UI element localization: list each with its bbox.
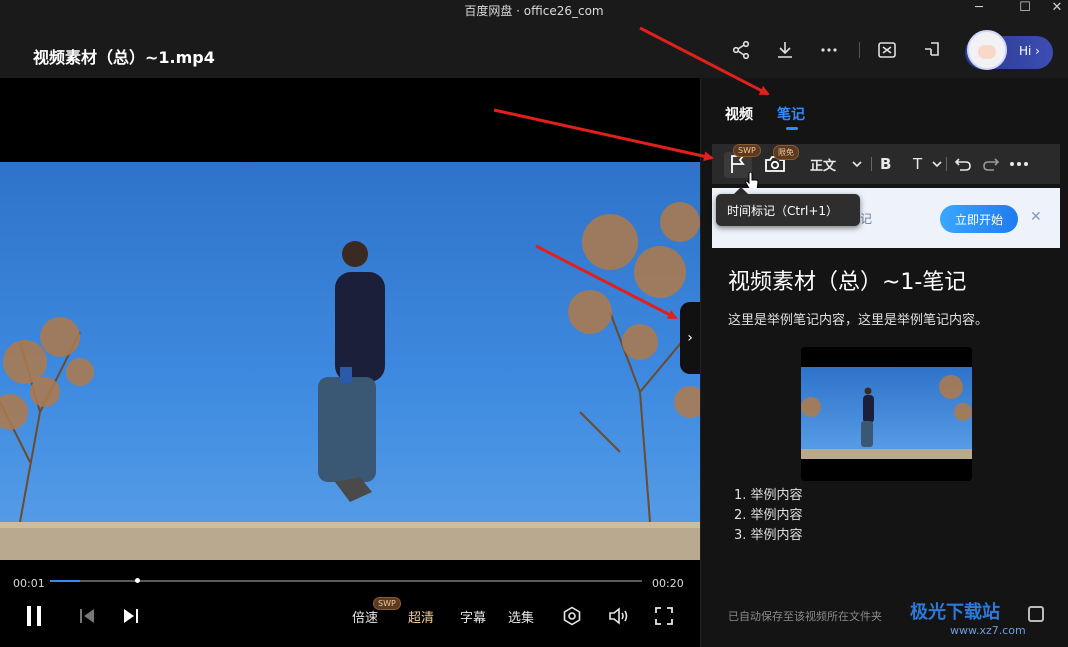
volume-icon[interactable]	[607, 604, 631, 628]
subtitle-button[interactable]: 字幕	[460, 607, 486, 626]
quality-button[interactable]: 超清	[408, 607, 434, 626]
speed-button[interactable]: 倍速	[352, 607, 378, 626]
settings-icon[interactable]	[560, 604, 584, 628]
current-time: 00:01	[13, 577, 45, 590]
close-button[interactable]: ✕	[1040, 0, 1068, 18]
speed-badge: SWP	[373, 597, 401, 610]
note-title[interactable]: 视频素材（总）~1-笔记	[728, 264, 966, 296]
video-frame[interactable]	[0, 162, 700, 560]
more-icon[interactable]	[816, 37, 842, 63]
watermark-logo: 极光下载站	[910, 602, 1000, 623]
toolbar-more-icon[interactable]	[1008, 152, 1030, 176]
list-item[interactable]: 1. 举例内容	[734, 484, 803, 503]
autosave-status: 已自动保存至该视频所在文件夹	[728, 610, 882, 623]
list-item[interactable]: 3. 举例内容	[734, 524, 803, 543]
note-screenshot[interactable]	[801, 347, 972, 481]
flag-badge: SWP	[733, 144, 761, 157]
pause-icon[interactable]	[22, 604, 46, 628]
list-item[interactable]: 2. 举例内容	[734, 504, 803, 523]
pin-icon[interactable]	[920, 37, 946, 63]
toolbar-divider	[946, 157, 947, 171]
toolbar-divider	[871, 157, 872, 171]
font-size-button[interactable]: T	[913, 152, 922, 176]
video-title: 视频素材（总）~1.mp4	[33, 48, 215, 67]
tooltip-arrow	[734, 187, 748, 194]
assistant-label[interactable]: Hi ›	[1019, 44, 1040, 58]
progress-handle[interactable]	[135, 578, 140, 583]
promo-close-icon[interactable]: ✕	[1030, 209, 1042, 225]
note-body[interactable]: 这里是举例笔记内容，这里是举例笔记内容。	[728, 309, 988, 328]
tab-video[interactable]: 视频	[725, 104, 753, 124]
window-title: 百度网盘 · office26_com	[464, 4, 604, 18]
start-button[interactable]: 立即开始	[940, 205, 1018, 233]
episodes-button[interactable]: 选集	[508, 607, 534, 626]
header-divider	[859, 42, 860, 58]
download-icon[interactable]	[772, 37, 798, 63]
player-controls-bar	[0, 560, 700, 647]
avatar[interactable]	[967, 30, 1007, 70]
previous-icon[interactable]	[76, 604, 98, 628]
collapse-panel-button[interactable]: ›	[680, 302, 700, 374]
font-size-chevron-icon[interactable]	[930, 152, 944, 176]
progress-fill	[50, 580, 80, 582]
text-style-select[interactable]: 正文	[810, 152, 836, 176]
video-letterbox-top	[0, 78, 700, 162]
active-tab-indicator	[786, 127, 798, 130]
redo-icon[interactable]	[981, 152, 1001, 176]
screenshot-badge: 限免	[773, 145, 799, 160]
tab-notes[interactable]: 笔记	[777, 104, 805, 124]
tooltip: 时间标记（Ctrl+1）	[716, 194, 860, 226]
minimize-button[interactable]: ─	[962, 0, 996, 18]
page-icon[interactable]	[1028, 606, 1044, 622]
undo-icon[interactable]	[953, 152, 973, 176]
screen-capture-icon[interactable]	[874, 37, 900, 63]
share-icon[interactable]	[728, 37, 754, 63]
total-time: 00:20	[652, 577, 684, 590]
watermark-url: www.xz7.com	[950, 624, 1026, 637]
chevron-down-icon[interactable]	[850, 152, 864, 176]
bold-button[interactable]: B	[880, 152, 891, 176]
maximize-button[interactable]: ☐	[1008, 0, 1042, 18]
next-icon[interactable]	[120, 604, 142, 628]
fullscreen-icon[interactable]	[652, 604, 676, 628]
